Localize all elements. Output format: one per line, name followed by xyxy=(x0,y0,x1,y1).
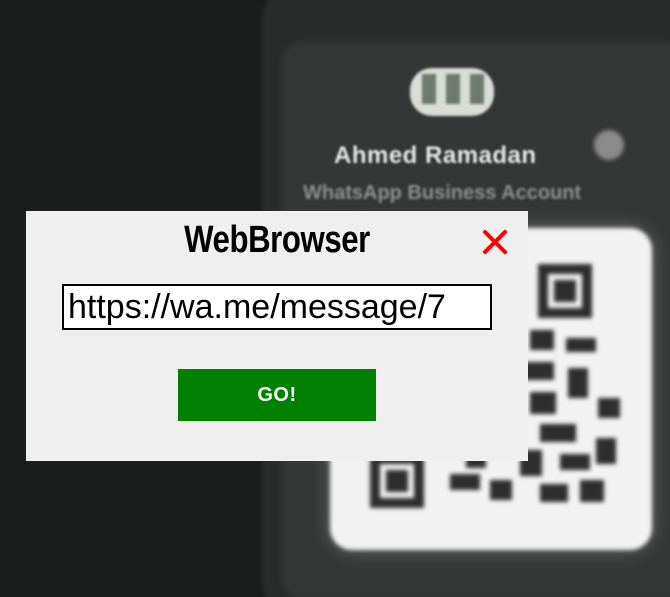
avatar xyxy=(410,68,494,116)
dialog-title: WebBrowser xyxy=(184,219,370,261)
account-type: WhatsApp Business Account xyxy=(303,182,582,204)
status-dot xyxy=(594,130,624,160)
url-input[interactable] xyxy=(62,284,492,330)
close-icon[interactable] xyxy=(478,225,512,259)
contact-name: Ahmed Ramadan xyxy=(334,142,537,169)
go-button[interactable]: GO! xyxy=(178,369,376,421)
web-browser-dialog: WebBrowser GO! xyxy=(26,211,528,461)
